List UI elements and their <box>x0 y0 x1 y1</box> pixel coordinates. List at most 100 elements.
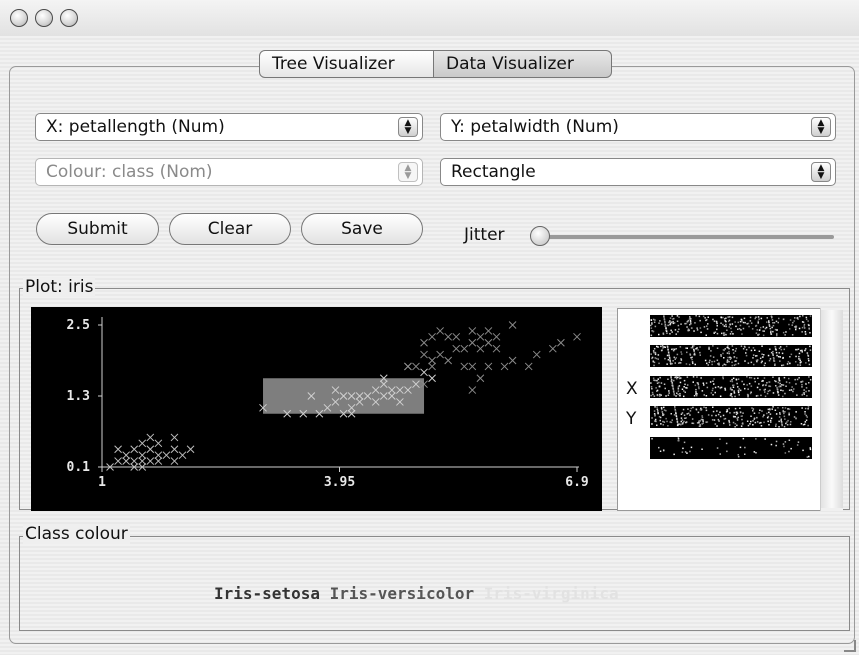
strip-speck <box>768 320 770 322</box>
strip-speck <box>689 319 692 322</box>
data-point[interactable] <box>162 451 171 460</box>
strip-speck <box>732 386 735 388</box>
data-point[interactable] <box>508 321 517 329</box>
data-point[interactable] <box>138 451 147 460</box>
attribute-strip-5[interactable] <box>650 437 812 459</box>
data-point[interactable] <box>476 374 485 383</box>
attribute-strip-3[interactable] <box>650 376 812 398</box>
strip-speck <box>756 360 758 363</box>
attribute-panel-scrollbar[interactable] <box>820 308 843 511</box>
legend-iris-versicolor[interactable]: Iris-versicolor <box>330 584 475 603</box>
data-point[interactable] <box>420 338 428 347</box>
shape-select[interactable]: Rectangle ▲ ▼ <box>440 158 836 186</box>
strip-speck <box>784 334 786 336</box>
strip-speck <box>795 383 797 385</box>
jitter-slider-track[interactable] <box>540 235 834 239</box>
data-point[interactable] <box>557 338 565 347</box>
legend-iris-setosa[interactable]: Iris-setosa <box>214 584 320 603</box>
data-point[interactable] <box>138 457 147 465</box>
tab-data-visualizer[interactable]: Data Visualizer <box>434 50 612 78</box>
data-point[interactable] <box>548 344 557 353</box>
close-window-button[interactable] <box>10 9 28 27</box>
data-point[interactable] <box>114 457 122 465</box>
data-point[interactable] <box>484 327 493 335</box>
scrollbar-thumb[interactable] <box>821 310 843 508</box>
strip-speck <box>767 390 770 392</box>
y-axis-select[interactable]: Y: petalwidth (Num) ▲ ▼ <box>440 113 836 141</box>
data-point[interactable] <box>122 451 131 460</box>
jitter-slider-thumb[interactable] <box>530 226 550 246</box>
strip-speck <box>704 317 706 319</box>
data-point[interactable] <box>500 362 509 371</box>
data-point[interactable] <box>476 344 485 353</box>
data-point[interactable] <box>122 457 131 465</box>
legend-iris-virginica[interactable]: Iris-virginica <box>484 584 619 603</box>
data-point[interactable] <box>130 445 139 454</box>
data-point[interactable] <box>484 338 493 347</box>
attribute-strip-4[interactable] <box>650 406 812 428</box>
minimize-window-button[interactable] <box>35 9 53 27</box>
data-point[interactable] <box>130 457 139 465</box>
strip-speck <box>660 382 663 384</box>
data-point[interactable] <box>468 327 477 335</box>
data-point[interactable] <box>146 433 155 442</box>
data-point[interactable] <box>532 350 541 359</box>
data-point[interactable] <box>412 362 420 371</box>
data-point[interactable] <box>186 445 195 454</box>
data-point[interactable] <box>428 332 436 341</box>
data-point[interactable] <box>138 439 147 448</box>
data-point[interactable] <box>154 457 163 465</box>
data-point[interactable] <box>436 327 444 335</box>
zoom-window-button[interactable] <box>60 9 78 27</box>
data-point[interactable] <box>484 362 493 371</box>
strip-speck <box>664 322 666 324</box>
resize-grip-icon[interactable] <box>844 640 856 652</box>
tab-tree-visualizer[interactable]: Tree Visualizer <box>259 50 434 78</box>
data-point[interactable] <box>146 445 155 454</box>
strip-speck <box>716 359 719 361</box>
data-point[interactable] <box>146 457 155 465</box>
data-point[interactable] <box>170 433 179 442</box>
data-point[interactable] <box>468 338 477 347</box>
data-point[interactable] <box>420 368 428 377</box>
data-point[interactable] <box>114 445 122 454</box>
submit-button[interactable]: Submit <box>36 213 159 245</box>
strip-speck <box>753 377 756 380</box>
data-point[interactable] <box>444 356 453 365</box>
data-point[interactable] <box>436 350 444 359</box>
data-point[interactable] <box>154 451 163 460</box>
data-point[interactable] <box>420 350 428 359</box>
data-point[interactable] <box>524 362 533 371</box>
data-point[interactable] <box>508 356 517 365</box>
attribute-strip-2[interactable] <box>650 345 812 367</box>
strip-speck <box>735 413 738 416</box>
data-point[interactable] <box>444 332 453 341</box>
data-point[interactable] <box>452 332 461 341</box>
data-point[interactable] <box>452 344 461 353</box>
scatter-plot-svg[interactable]: 2.5 1.3 0.1 1 3.95 6.9 <box>31 307 602 511</box>
data-point[interactable] <box>468 362 477 371</box>
data-point[interactable] <box>460 344 469 353</box>
data-point[interactable] <box>460 362 469 371</box>
data-point[interactable] <box>492 344 501 353</box>
data-point[interactable] <box>468 386 477 394</box>
strip-speck <box>762 326 765 328</box>
data-point[interactable] <box>170 445 179 454</box>
data-point[interactable] <box>428 356 436 365</box>
data-point[interactable] <box>178 451 187 460</box>
colour-select[interactable]: Colour: class (Nom) ▲ ▼ <box>35 158 423 186</box>
clear-button[interactable]: Clear <box>169 213 291 245</box>
data-point[interactable] <box>428 374 436 383</box>
data-point[interactable] <box>476 332 485 341</box>
attribute-strip-1[interactable] <box>650 315 812 337</box>
x-axis-select[interactable]: X: petallength (Num) ▲ ▼ <box>35 113 423 141</box>
data-point[interactable] <box>573 332 581 341</box>
scatter-plot[interactable]: 2.5 1.3 0.1 1 3.95 6.9 <box>31 307 602 511</box>
data-point[interactable] <box>404 362 412 371</box>
data-point[interactable] <box>154 439 163 448</box>
data-point[interactable] <box>428 362 436 371</box>
save-button[interactable]: Save <box>301 213 423 245</box>
data-point[interactable] <box>492 332 501 341</box>
data-point[interactable] <box>170 457 179 465</box>
strip-speck <box>734 407 737 410</box>
